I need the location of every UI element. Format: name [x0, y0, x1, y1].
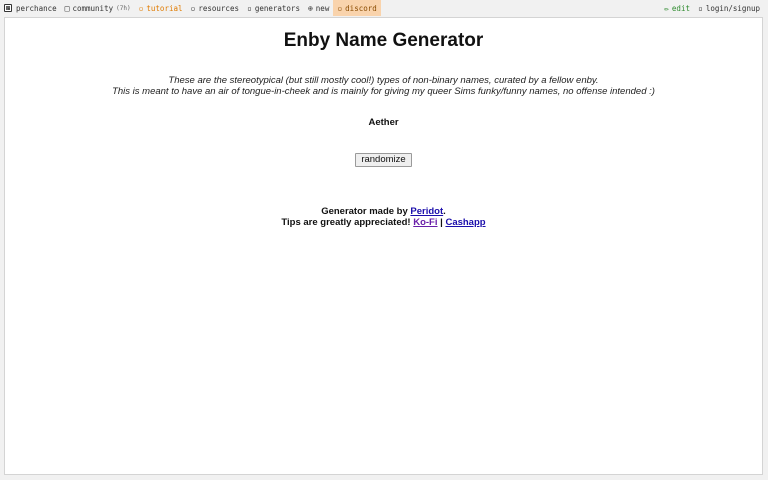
nav-tutorial-label: tutorial — [146, 3, 183, 13]
dice-icon — [4, 4, 12, 12]
credits-line-1: Generator made by Peridot. — [5, 206, 762, 217]
cashapp-link[interactable]: Cashapp — [445, 217, 485, 228]
nav-tutorial-link[interactable]: ▫ tutorial — [135, 0, 187, 16]
nav-new-link[interactable]: ⊕ new — [304, 0, 333, 16]
credits-line-2: Tips are greatly appreciated! Ko-Fi | Ca… — [5, 217, 762, 228]
page-title: Enby Name Generator — [283, 30, 484, 51]
nav-edit-label: edit — [671, 3, 690, 13]
nav-community-label: community — [72, 3, 114, 13]
period-text: . — [443, 206, 446, 217]
community-count: (7h) — [116, 4, 131, 12]
resources-icon: ▫ — [190, 3, 196, 13]
nav-new-label: new — [315, 3, 330, 13]
tutorial-icon: ▫ — [138, 3, 144, 13]
randomize-button-wrap: randomize — [5, 149, 762, 167]
login-icon: ▫ — [697, 3, 703, 13]
top-nav-bar: perchance □ community (7h) ▫ tutorial ▫ … — [0, 0, 768, 16]
nav-left-group: perchance □ community (7h) ▫ tutorial ▫ … — [0, 0, 381, 16]
generators-icon: ▫ — [246, 3, 252, 13]
nav-login-link[interactable]: ▫ login/signup — [694, 0, 764, 16]
nav-generators-link[interactable]: ▫ generators — [243, 0, 304, 16]
description-line-1: These are the stereotypical (but still m… — [168, 75, 599, 86]
nav-generators-label: generators — [254, 3, 300, 13]
plus-circle-icon: ⊕ — [307, 3, 313, 13]
nav-discord-label: discord — [345, 3, 377, 13]
nav-login-label: login/signup — [705, 3, 760, 13]
author-link[interactable]: Peridot — [410, 206, 443, 217]
nav-edit-link[interactable]: ✏ edit — [660, 0, 694, 16]
tips-text: Tips are greatly appreciated! — [281, 217, 414, 228]
discord-icon: ▫ — [337, 3, 343, 13]
description-line-2: This is meant to have an air of tongue-i… — [112, 86, 655, 97]
nav-discord-link[interactable]: ▫ discord — [333, 0, 381, 16]
randomize-button[interactable]: randomize — [355, 153, 412, 167]
nav-brand-label: perchance — [16, 3, 57, 13]
generator-output-panel: Enby Name Generator These are the stereo… — [4, 17, 763, 475]
nav-community-link[interactable]: □ community (7h) — [61, 0, 135, 16]
pencil-icon: ✏ — [664, 3, 669, 13]
community-icon: □ — [64, 3, 70, 13]
credits: Generator made by Peridot. Tips are grea… — [5, 206, 762, 228]
nav-resources-label: resources — [198, 3, 239, 13]
nav-right-group: ✏ edit ▫ login/signup — [660, 0, 768, 16]
kofi-link[interactable]: Ko-Fi — [413, 217, 437, 228]
generated-name: Aether — [368, 117, 399, 128]
nav-resources-link[interactable]: ▫ resources — [187, 0, 243, 16]
description: These are the stereotypical (but still m… — [5, 75, 762, 97]
nav-brand-link[interactable]: perchance — [0, 0, 61, 16]
made-by-text: Generator made by — [321, 206, 411, 217]
